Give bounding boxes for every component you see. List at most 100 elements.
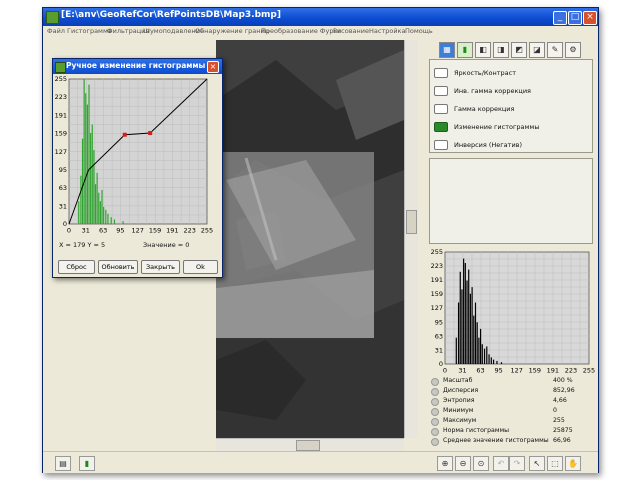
horizontal-scroll-thumb[interactable] bbox=[296, 440, 320, 451]
menu-edges[interactable]: Обнаружение границ bbox=[195, 27, 269, 35]
zoom-in-icon[interactable]: ⊕ bbox=[437, 456, 453, 471]
x-tick-label: 223 bbox=[565, 367, 577, 375]
redo-icon[interactable]: ↷ bbox=[509, 456, 525, 471]
image-viewport[interactable] bbox=[216, 40, 404, 438]
menu-help[interactable]: Помощь bbox=[405, 27, 433, 35]
x-tick-label: 255 bbox=[583, 367, 595, 375]
op-histogram-edit[interactable]: Изменение гистограммы bbox=[434, 122, 539, 136]
y-tick-label: 159 bbox=[55, 130, 67, 138]
y-tick-label: 31 bbox=[59, 202, 67, 210]
gamma-icon bbox=[434, 104, 448, 114]
invert-icon bbox=[434, 140, 448, 150]
x-tick-label: 0 bbox=[443, 367, 447, 375]
x-tick-label: 31 bbox=[82, 227, 90, 235]
pointer-icon[interactable]: ↖ bbox=[529, 456, 545, 471]
inverse-gamma-icon bbox=[434, 86, 448, 96]
horizontal-scrollbar[interactable] bbox=[216, 438, 404, 452]
zoom-fit-icon[interactable]: ⊙ bbox=[473, 456, 489, 471]
x-tick-label: 191 bbox=[547, 367, 559, 375]
bottom-toolbar: ▤ ▮ ⊕ ⊖ ⊙ ↶ ↷ ↖ ⬚ ✋ bbox=[43, 451, 598, 473]
close-button[interactable]: × bbox=[583, 11, 597, 25]
menu-bar: Файл Гистограмма Фильтрация Шумоподавлен… bbox=[43, 26, 598, 38]
histogram-edit-icon bbox=[434, 122, 448, 132]
y-tick-label: 191 bbox=[55, 111, 67, 119]
x-tick-label: 63 bbox=[99, 227, 107, 235]
stat-row: Дисперсия 852,96 bbox=[429, 387, 591, 396]
draw-tool-icon[interactable]: ✎ bbox=[547, 42, 563, 58]
x-tick-label: 159 bbox=[529, 367, 541, 375]
aerial-image bbox=[216, 40, 404, 438]
menu-fourier[interactable]: Преобразование Фурье bbox=[261, 27, 341, 35]
y-tick-label: 63 bbox=[435, 332, 443, 340]
op-brightness-contrast[interactable]: Яркость/Контраст bbox=[434, 68, 516, 82]
histogram-icon[interactable]: ▮ bbox=[79, 456, 95, 471]
filter-tool-icon[interactable]: ◧ bbox=[475, 42, 491, 58]
op-gamma[interactable]: Гамма коррекция bbox=[434, 104, 514, 118]
x-tick-label: 31 bbox=[458, 367, 466, 375]
minimize-button[interactable]: _ bbox=[553, 11, 567, 25]
vertical-scrollbar[interactable] bbox=[404, 40, 418, 438]
vertical-scroll-thumb[interactable] bbox=[406, 210, 417, 234]
histogram-tool-icon[interactable]: ▮ bbox=[457, 42, 473, 58]
preview-box bbox=[429, 158, 593, 244]
hand-icon[interactable]: ✋ bbox=[565, 456, 581, 471]
y-tick-label: 191 bbox=[431, 276, 443, 284]
x-tick-label: 223 bbox=[183, 227, 195, 235]
x-tick-label: 127 bbox=[132, 227, 144, 235]
x-tick-label: 191 bbox=[166, 227, 178, 235]
x-tick-label: 255 bbox=[201, 227, 213, 235]
stat-row: Максимум 255 bbox=[429, 417, 591, 426]
stat-row: Минимум 0 bbox=[429, 407, 591, 416]
y-tick-label: 95 bbox=[59, 166, 67, 174]
y-tick-label: 255 bbox=[55, 75, 67, 83]
menu-histogram[interactable]: Гистограмма bbox=[67, 27, 112, 35]
denoise-tool-icon[interactable]: ◨ bbox=[493, 42, 509, 58]
y-tick-label: 63 bbox=[59, 184, 67, 192]
ok-button[interactable]: Ok bbox=[183, 260, 218, 274]
op-invert[interactable]: Инверсия (Негатив) bbox=[434, 140, 522, 154]
curve-editor[interactable]: 0316395127159191223255 0 31 63 95 127 159 191 2… bbox=[53, 74, 222, 234]
dialog-close-button[interactable]: × bbox=[207, 61, 219, 73]
x-tick-label: 63 bbox=[476, 367, 484, 375]
control-point bbox=[148, 131, 153, 136]
document-icon[interactable]: ▤ bbox=[55, 456, 71, 471]
stat-row: Энтропия 4,66 bbox=[429, 397, 591, 406]
maximize-button[interactable]: □ bbox=[568, 11, 582, 25]
settings-tool-icon[interactable]: ⚙ bbox=[565, 42, 581, 58]
menu-settings[interactable]: Настройка bbox=[369, 27, 405, 35]
y-tick-label: 127 bbox=[431, 304, 443, 312]
zoom-out-icon[interactable]: ⊖ bbox=[455, 456, 471, 471]
x-tick-label: 95 bbox=[495, 367, 503, 375]
op-inverse-gamma[interactable]: Инв. гамма коррекция bbox=[434, 86, 531, 100]
fourier-tool-icon[interactable]: ◪ bbox=[529, 42, 545, 58]
stat-row: Норма гистограммы 25875 bbox=[429, 427, 591, 436]
table-view-icon[interactable]: ▦ bbox=[439, 42, 455, 58]
dialog-app-icon bbox=[55, 62, 66, 73]
y-tick-label: 95 bbox=[435, 318, 443, 326]
dialog-title-bar[interactable]: Ручное изменение гистограммы × bbox=[53, 59, 222, 74]
title-bar[interactable]: [E:\anv\GeoRefCor\RefPointsDB\Map3.bmp] … bbox=[43, 8, 598, 26]
x-tick-label: 159 bbox=[149, 227, 161, 235]
app-icon bbox=[46, 11, 59, 24]
operations-list: Яркость/Контраст Инв. гамма коррекция Га… bbox=[429, 59, 593, 153]
menu-file[interactable]: Файл bbox=[47, 27, 65, 35]
stats-panel: Масштаб 400 % Дисперсия 852,96 Энтропия 4,6… bbox=[429, 375, 591, 449]
update-button[interactable]: Обновить bbox=[98, 260, 138, 274]
close-dialog-button[interactable]: Закрыть bbox=[141, 260, 180, 274]
y-tick-label: 31 bbox=[435, 346, 443, 354]
value-readout: Значение = 0 bbox=[143, 241, 190, 249]
y-tick-label: 223 bbox=[55, 93, 67, 101]
control-point bbox=[122, 132, 127, 137]
y-tick-label: 127 bbox=[55, 148, 67, 156]
edges-tool-icon[interactable]: ◩ bbox=[511, 42, 527, 58]
image-histogram: 0316395127159191223255 0 31 63 95 127 159 191 2… bbox=[431, 248, 595, 375]
undo-icon[interactable]: ↶ bbox=[493, 456, 509, 471]
y-tick-label: 255 bbox=[431, 248, 443, 256]
reset-button[interactable]: Сброс bbox=[58, 260, 95, 274]
select-rect-icon[interactable]: ⬚ bbox=[547, 456, 563, 471]
x-tick-label: 127 bbox=[511, 367, 523, 375]
dialog-title: Ручное изменение гистограммы bbox=[66, 61, 206, 70]
x-tick-label: 95 bbox=[116, 227, 124, 235]
menu-draw[interactable]: Рисование bbox=[333, 27, 369, 35]
xy-readout: X = 179 Y = 5 bbox=[59, 241, 106, 249]
